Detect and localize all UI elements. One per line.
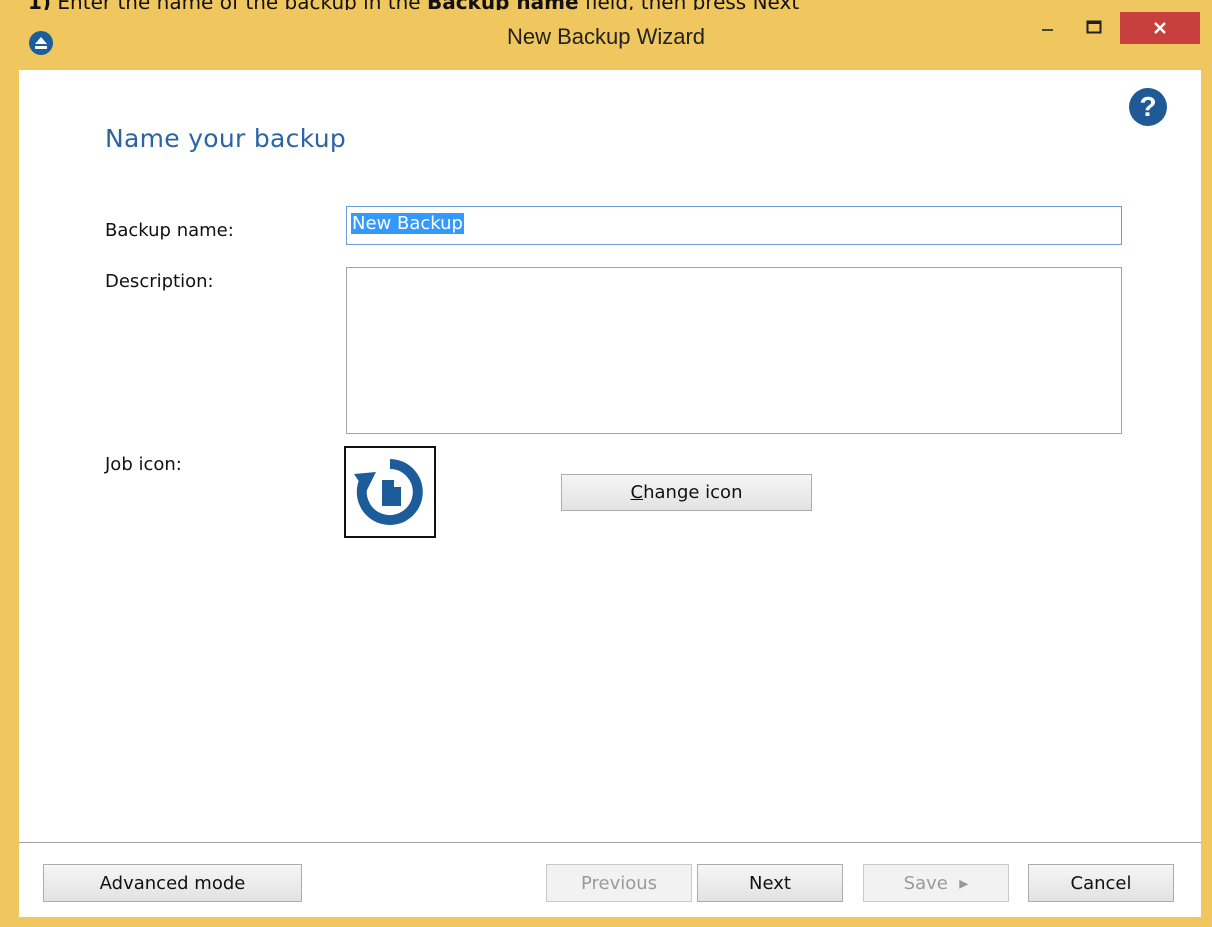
title-bar[interactable]: New Backup Wizard [0, 12, 1212, 70]
wizard-window: New Backup Wizard 1) Enter the name of t… [0, 0, 1212, 927]
maximize-button[interactable] [1075, 12, 1113, 42]
help-icon[interactable]: ? [1129, 88, 1167, 126]
save-arrow-icon: ▸ [959, 872, 969, 894]
cancel-button[interactable]: Cancel [1028, 864, 1174, 902]
change-icon-button[interactable]: Change icon [561, 474, 812, 511]
close-button[interactable] [1120, 12, 1200, 44]
caption-step: 1) [28, 0, 51, 10]
caption-text-before: Enter the name of the backup in the [57, 0, 420, 10]
save-button[interactable]: Save ▸ [863, 864, 1009, 902]
caption-text-after: field, then press Next [585, 0, 799, 10]
description-input[interactable] [346, 267, 1122, 434]
next-button[interactable]: Next [697, 864, 843, 902]
close-icon [1154, 22, 1166, 34]
change-icon-label: hange icon [643, 482, 743, 503]
previous-button[interactable]: Previous [546, 864, 692, 902]
backup-name-label: Backup name: [105, 220, 234, 241]
job-icon-label: Job icon: [105, 454, 182, 475]
restore-document-icon [354, 459, 423, 525]
wizard-client-area: ? Name your backup Backup name: New Back… [19, 70, 1201, 917]
description-label: Description: [105, 271, 214, 292]
minimize-button[interactable] [1030, 12, 1066, 42]
instruction-caption: 1) Enter the name of the backup in the B… [28, 0, 799, 10]
minimize-icon [1042, 29, 1053, 31]
advanced-mode-button[interactable]: Advanced mode [43, 864, 302, 902]
footer-divider-highlight [19, 843, 1201, 844]
caption-field-name: Backup name [427, 0, 579, 10]
job-icon-preview[interactable] [344, 446, 436, 538]
save-label: Save [903, 872, 948, 894]
change-icon-mnemonic: C [630, 482, 644, 503]
backup-name-value: New Backup [351, 213, 464, 234]
maximize-icon [1086, 20, 1102, 34]
backup-name-input[interactable]: New Backup [346, 206, 1122, 245]
page-title: Name your backup [105, 124, 347, 153]
